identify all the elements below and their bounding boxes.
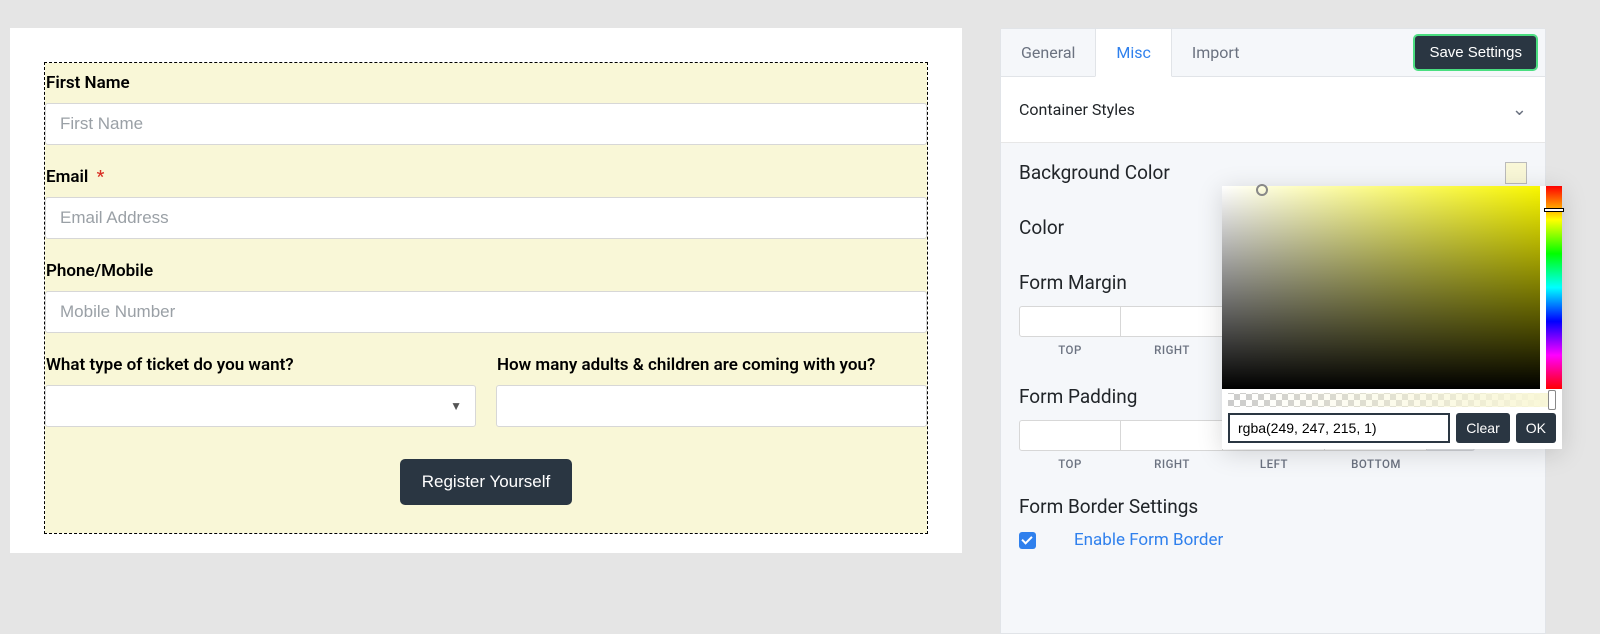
phone-label: Phone/Mobile xyxy=(45,251,927,291)
ticket-select[interactable] xyxy=(45,385,476,427)
enable-border-row: Enable Form Border xyxy=(1019,530,1527,550)
field-row-two-col: What type of ticket do you want? ▼ How m… xyxy=(45,333,927,437)
field-email[interactable]: Email * xyxy=(45,145,927,239)
padding-left-label: LEFT xyxy=(1260,457,1288,471)
margin-right-input[interactable] xyxy=(1121,306,1223,337)
alpha-slider[interactable] xyxy=(1228,393,1556,407)
field-ticket-type[interactable]: What type of ticket do you want? ▼ xyxy=(45,345,476,427)
padding-right-label: RIGHT xyxy=(1154,457,1190,471)
party-label: How many adults & children are coming wi… xyxy=(496,345,927,385)
ticket-label: What type of ticket do you want? xyxy=(45,345,476,385)
panel-tabs: General Misc Import Save Settings xyxy=(1001,29,1545,77)
hue-handle[interactable] xyxy=(1544,208,1564,212)
margin-top-input[interactable] xyxy=(1019,306,1121,337)
padding-right-input[interactable] xyxy=(1121,420,1223,451)
field-first-name[interactable]: First Name xyxy=(45,63,927,145)
first-name-input[interactable] xyxy=(45,103,927,145)
email-label: Email * xyxy=(45,157,927,197)
tab-general[interactable]: General xyxy=(1001,29,1095,76)
color-label: Color xyxy=(1019,216,1064,239)
prop-form-border: Form Border Settings Enable Form Border xyxy=(1019,495,1527,550)
section-container-styles[interactable]: Container Styles ⌄ xyxy=(1001,77,1545,143)
email-label-text: Email xyxy=(46,167,88,187)
form-preview-card: First Name Email * Phone/Mobile What typ… xyxy=(10,28,962,553)
first-name-label: First Name xyxy=(45,63,927,103)
padding-top-input[interactable] xyxy=(1019,420,1121,451)
alpha-handle[interactable] xyxy=(1548,390,1556,410)
saturation-value-area[interactable] xyxy=(1222,186,1540,389)
ok-color-button[interactable]: OK xyxy=(1516,413,1556,443)
enable-border-checkbox[interactable] xyxy=(1019,532,1036,549)
chevron-down-icon: ⌄ xyxy=(1512,99,1527,120)
email-input[interactable] xyxy=(45,197,927,239)
margin-right-label: RIGHT xyxy=(1154,343,1190,357)
enable-border-label[interactable]: Enable Form Border xyxy=(1074,530,1223,550)
field-phone[interactable]: Phone/Mobile xyxy=(45,239,927,333)
save-settings-button[interactable]: Save Settings xyxy=(1414,35,1537,70)
color-picker-popover: Clear OK xyxy=(1222,186,1562,449)
picker-controls: Clear OK xyxy=(1222,413,1562,449)
party-input[interactable] xyxy=(496,385,927,427)
bg-color-label: Background Color xyxy=(1019,161,1170,184)
margin-top-label: TOP xyxy=(1058,343,1082,357)
submit-row: Register Yourself xyxy=(45,437,927,533)
section-title: Container Styles xyxy=(1019,100,1135,119)
phone-input[interactable] xyxy=(45,291,927,333)
sv-cursor[interactable] xyxy=(1256,184,1268,196)
padding-bottom-label: BOTTOM xyxy=(1351,457,1401,471)
padding-top-label: TOP xyxy=(1058,457,1082,471)
required-mark: * xyxy=(97,167,105,187)
clear-color-button[interactable]: Clear xyxy=(1456,413,1509,443)
caret-down-icon: ▼ xyxy=(450,399,462,413)
bg-color-swatch[interactable] xyxy=(1505,162,1527,184)
color-value-input[interactable] xyxy=(1228,413,1450,443)
tab-misc[interactable]: Misc xyxy=(1095,29,1172,77)
tab-import[interactable]: Import xyxy=(1172,29,1260,76)
form-canvas[interactable]: First Name Email * Phone/Mobile What typ… xyxy=(44,62,928,534)
hue-slider[interactable] xyxy=(1546,186,1562,389)
field-party-size[interactable]: How many adults & children are coming wi… xyxy=(496,345,927,427)
register-button[interactable]: Register Yourself xyxy=(400,459,573,505)
form-border-label: Form Border Settings xyxy=(1019,495,1527,518)
prop-background-color: Background Color xyxy=(1019,161,1527,184)
